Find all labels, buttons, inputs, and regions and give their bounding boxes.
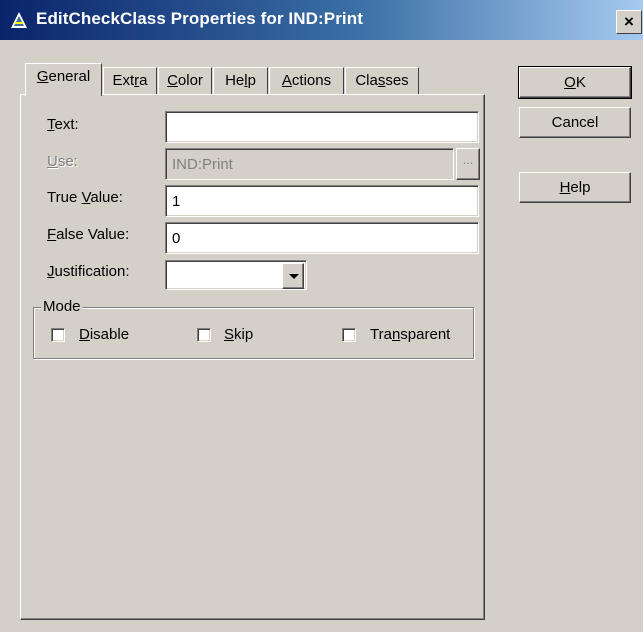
true-value-label: True Value: [47,189,123,206]
use-lookup-button: ... [456,148,480,180]
chevron-down-icon[interactable] [282,263,304,289]
disable-checkbox[interactable] [51,328,65,342]
tab-help-label: Help [225,72,256,89]
transparent-label[interactable]: Transparent [370,326,450,343]
tab-general-label-rest: eneral [48,68,91,85]
help-button-label: Help [559,179,591,196]
text-label: Text: [47,116,79,133]
cancel-button[interactable]: Cancel [519,107,631,138]
tab-extra-label: Extra [112,72,148,89]
use-label: Use: [47,153,78,170]
tab-extra[interactable]: Extra [103,67,157,95]
tab-color[interactable]: Color [158,67,212,95]
skip-label[interactable]: Skip [224,326,253,343]
tab-classes-label: Classes [355,72,409,89]
false-value-input-value: 0 [172,230,181,247]
ok-button-label: OK [564,74,586,91]
help-button[interactable]: Help [519,172,631,203]
close-button[interactable]: × [616,10,642,34]
skip-checkbox[interactable] [197,328,211,342]
tab-help[interactable]: Help [213,67,268,95]
false-value-input[interactable]: 0 [165,222,479,254]
true-value-input[interactable]: 1 [165,185,479,217]
tab-general[interactable]: General [25,63,102,96]
transparent-checkbox[interactable] [342,328,356,342]
false-value-label: False Value: [47,226,130,243]
tab-color-label: Color [167,72,203,89]
justification-select[interactable] [165,260,307,290]
clarion-a-icon [11,12,27,28]
tab-actions-label: Actions [281,72,332,89]
mode-group-label: Mode [41,298,83,315]
ok-button[interactable]: OK [518,66,632,99]
use-input: IND:Print [165,148,454,180]
use-input-value: IND:Print [172,156,233,173]
text-input[interactable] [165,111,479,143]
tab-actions[interactable]: Actions [269,67,344,95]
true-value-input-value: 1 [172,193,181,210]
tab-general-mnemonic: G [36,68,49,85]
close-icon: × [624,12,634,31]
tab-classes[interactable]: Classes [345,67,419,95]
disable-label[interactable]: Disable [79,326,129,343]
window-title: EditCheckClass Properties for IND:Print [36,9,363,28]
title-bar: EditCheckClass Properties for IND:Print [0,0,643,40]
justification-label: Justification: [47,263,130,280]
